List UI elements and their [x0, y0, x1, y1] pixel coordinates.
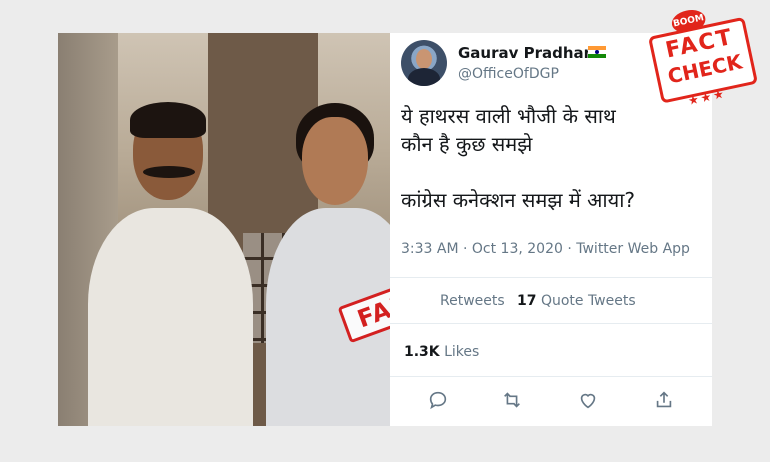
- likes-label: Likes: [444, 344, 480, 360]
- quote-count: 17: [517, 293, 537, 309]
- tweet-text-line1: ये हाथरस वाली भौजी के साथ: [401, 104, 616, 128]
- quote-label: Quote Tweets: [540, 293, 636, 309]
- tweet-text: ये हाथरस वाली भौजी के साथ कौन है कुछ समझ…: [401, 102, 701, 214]
- divider: [390, 376, 712, 377]
- user-handle[interactable]: @OfficeOfDGP: [458, 66, 559, 82]
- retweets-label: Retweets: [440, 293, 505, 309]
- tweet-text-line3: कांग्रेस कनेक्शन समझ में आया?: [401, 188, 635, 212]
- quote-tweets-stat[interactable]: 17 Quote Tweets: [517, 293, 636, 309]
- likes-count: 1.3K: [404, 344, 440, 360]
- avatar[interactable]: [401, 40, 447, 86]
- reply-icon[interactable]: [427, 389, 451, 413]
- retweet-icon[interactable]: [501, 389, 525, 413]
- photo-person-man: [88, 102, 253, 426]
- retweets-stat[interactable]: Retweets: [440, 293, 505, 309]
- tweet-timestamp[interactable]: 3:33 AM · Oct 13, 2020 · Twitter Web App: [401, 241, 690, 257]
- divider: [390, 323, 712, 324]
- share-icon[interactable]: [653, 389, 677, 413]
- india-flag-icon: [588, 46, 606, 58]
- display-name[interactable]: Gaurav Pradhan: [458, 44, 594, 62]
- tweet-photo: [58, 33, 390, 426]
- like-heart-icon[interactable]: [577, 389, 601, 413]
- tweet-text-line2: कौन है कुछ समझे: [401, 132, 533, 156]
- tweet-actions: [390, 383, 712, 419]
- fact-check-badge: BOOM FACT CHECK ★★★: [640, 0, 767, 122]
- divider: [390, 277, 712, 278]
- photo-person-woman: [258, 103, 390, 426]
- likes-stat[interactable]: 1.3K Likes: [404, 344, 479, 360]
